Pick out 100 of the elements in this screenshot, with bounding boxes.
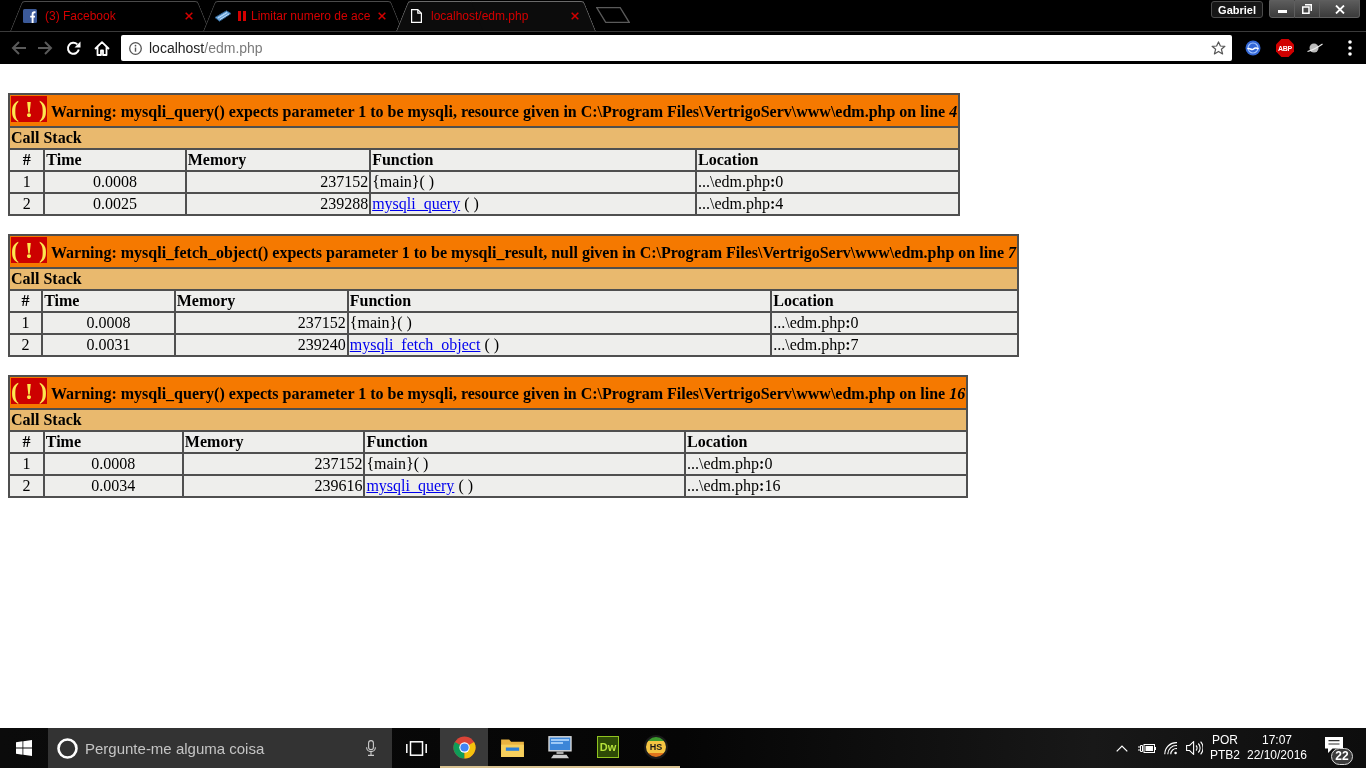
globe-icon[interactable] bbox=[1245, 40, 1261, 56]
call-stack-heading: Call Stack bbox=[9, 409, 968, 431]
notifications-button[interactable]: 22 bbox=[1310, 728, 1366, 768]
warning-sign: ( ! ) bbox=[11, 96, 47, 122]
table-cell: ...\edm.php:4 bbox=[696, 193, 960, 215]
column-header: Location bbox=[771, 290, 1019, 312]
function-link[interactable]: mysqli_fetch_object bbox=[349, 336, 481, 353]
call-parentheses: ( ) bbox=[464, 195, 479, 212]
call-parentheses: ( ) bbox=[458, 477, 474, 494]
minimize-icon bbox=[1277, 10, 1287, 13]
notification-count: 22 bbox=[1331, 748, 1353, 765]
column-header: Memory bbox=[174, 290, 348, 312]
column-header: # bbox=[9, 431, 44, 453]
microphone-icon[interactable] bbox=[366, 740, 376, 756]
star-icon[interactable] bbox=[1211, 41, 1226, 55]
menu-icon[interactable] bbox=[1348, 40, 1352, 56]
table-cell: {main}( ) bbox=[347, 312, 772, 334]
planet-icon[interactable] bbox=[1307, 41, 1323, 55]
table-cell: ...\edm.php:7 bbox=[771, 334, 1019, 356]
call-parentheses: ( ) bbox=[484, 336, 500, 353]
chip-icon bbox=[214, 10, 232, 22]
url-path: /edm.php bbox=[204, 40, 263, 56]
warning-sign: ( ! ) bbox=[11, 237, 47, 263]
column-header: Location bbox=[685, 431, 968, 453]
chrome-logo-icon bbox=[452, 735, 476, 759]
table-cell: 1 bbox=[9, 453, 44, 475]
clock-button[interactable]: 17:07 22/10/2016 bbox=[1244, 728, 1310, 768]
profile-button[interactable]: Gabriel bbox=[1211, 1, 1263, 18]
speaker-icon bbox=[1185, 741, 1203, 755]
search-bar[interactable]: Pergunte-me alguma coisa bbox=[48, 728, 392, 768]
taskbar-app[interactable]: Dw bbox=[584, 728, 632, 768]
document-icon bbox=[411, 9, 422, 23]
table-cell: ...\edm.php:0 bbox=[696, 171, 960, 193]
home-icon[interactable] bbox=[94, 40, 110, 56]
wifi-icon bbox=[1164, 741, 1178, 755]
new-tab-button[interactable] bbox=[596, 7, 630, 23]
table-cell: 0.0025 bbox=[44, 193, 186, 215]
restore-icon bbox=[1302, 4, 1312, 14]
column-header: # bbox=[9, 290, 43, 312]
language-button[interactable]: POR PTB2 bbox=[1206, 728, 1244, 768]
computer-icon bbox=[548, 735, 572, 759]
table-cell: 0.0008 bbox=[44, 171, 186, 193]
close-icon[interactable] bbox=[378, 12, 386, 20]
column-header: # bbox=[9, 149, 45, 171]
table-cell: 2 bbox=[9, 193, 45, 215]
warning-sign: ( ! ) bbox=[11, 378, 47, 404]
table-cell: 239616 bbox=[182, 475, 365, 497]
url-host: localhost bbox=[149, 40, 205, 56]
column-header: Time bbox=[42, 290, 175, 312]
table-cell: ...\edm.php:0 bbox=[771, 312, 1019, 334]
close-window-button[interactable] bbox=[1320, 0, 1360, 18]
table-cell: 237152 bbox=[174, 312, 348, 334]
table-cell: 0.0031 bbox=[42, 334, 175, 356]
address-bar[interactable]: localhost/edm.php bbox=[121, 35, 1232, 61]
table-cell: 0.0034 bbox=[43, 475, 183, 497]
table-cell: 1 bbox=[9, 312, 43, 334]
close-icon[interactable] bbox=[185, 12, 193, 20]
windows-logo-icon bbox=[16, 740, 32, 756]
close-icon[interactable] bbox=[571, 12, 579, 20]
close-icon bbox=[1334, 4, 1345, 14]
table-cell: 1 bbox=[9, 171, 45, 193]
error-message: Warning: mysqli_query() expects parameter 1 to be mysqli, resource given in C:\Program Files\VertrigoServ\www\edm.php on line 16 bbox=[51, 385, 966, 402]
column-header: Memory bbox=[185, 149, 371, 171]
battery-charging-icon bbox=[1138, 742, 1156, 754]
error-message: Warning: mysqli_fetch_object() expects parameter 1 to be mysqli_result, null given in C:\Program Files\VertrigoServ\www\edm.php on line 7 bbox=[51, 244, 1017, 261]
table-cell: ...\edm.php:16 bbox=[685, 475, 968, 497]
table-cell: {main}( ) bbox=[370, 171, 697, 193]
app-logo: HS bbox=[644, 735, 668, 759]
task-view-icon bbox=[405, 740, 427, 756]
search-field[interactable]: Pergunte-me alguma coisa bbox=[85, 737, 358, 759]
error-message: Warning: mysqli_query() expects parameter 1 to be mysqli, resource given in C:\Program Files\VertrigoServ\www\edm.php on line 4 bbox=[51, 103, 958, 120]
table-cell: {main}( ) bbox=[364, 453, 686, 475]
table-cell: 0.0008 bbox=[43, 453, 183, 475]
table-cell: 237152 bbox=[182, 453, 365, 475]
table-cell: 2 bbox=[9, 475, 44, 497]
app-logo: Dw bbox=[597, 736, 619, 758]
folder-icon bbox=[500, 737, 524, 757]
function-link[interactable]: mysqli_query bbox=[372, 195, 461, 212]
column-header: Function bbox=[364, 431, 686, 453]
reload-icon[interactable] bbox=[66, 40, 81, 56]
call-stack-heading: Call Stack bbox=[9, 127, 960, 149]
info-icon[interactable] bbox=[129, 41, 142, 55]
table-cell: 2 bbox=[9, 334, 43, 356]
function-link[interactable]: mysqli_query bbox=[366, 477, 455, 494]
table-cell: 239288 bbox=[185, 193, 371, 215]
minimize-button[interactable] bbox=[1269, 0, 1295, 18]
f-logo-icon bbox=[23, 9, 37, 23]
column-header: Time bbox=[44, 149, 186, 171]
table-cell: ...\edm.php:0 bbox=[685, 453, 968, 475]
call-stack-heading: Call Stack bbox=[9, 268, 1019, 290]
pause-icon bbox=[238, 11, 246, 21]
restore-button[interactable] bbox=[1295, 0, 1320, 18]
notification-icon bbox=[1325, 737, 1343, 753]
table-cell: 239240 bbox=[174, 334, 348, 356]
table-cell: 237152 bbox=[185, 171, 371, 193]
column-header: Function bbox=[347, 290, 772, 312]
taskbar-app[interactable] bbox=[440, 728, 488, 768]
column-header: Function bbox=[370, 149, 697, 171]
column-header: Memory bbox=[182, 431, 365, 453]
taskbar-app[interactable]: HS bbox=[632, 728, 680, 768]
